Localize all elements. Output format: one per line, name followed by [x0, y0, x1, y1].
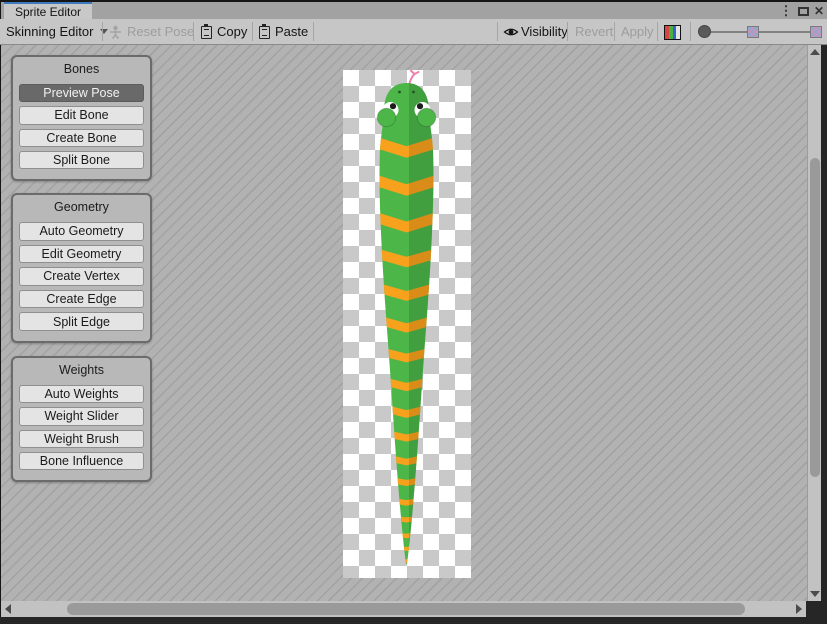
reset-pose-button[interactable]: Reset Pose — [109, 19, 194, 44]
close-icon[interactable]: ✕ — [812, 3, 826, 19]
create-vertex-button[interactable]: Create Vertex — [19, 267, 144, 286]
swatch-alpha — [676, 26, 680, 39]
editor-canvas[interactable]: Bones Preview Pose Edit Bone Create Bone… — [0, 45, 820, 601]
weight-brush-button[interactable]: Weight Brush — [19, 430, 144, 448]
more-menu-icon[interactable]: ⋮ — [780, 3, 792, 19]
panel-geometry: Geometry Auto Geometry Edit Geometry Cre… — [11, 193, 152, 343]
panel-title: Bones — [64, 62, 99, 76]
visibility-button[interactable]: Visibility — [503, 19, 568, 44]
panel-weights: Weights Auto Weights Weight Slider Weigh… — [11, 356, 152, 482]
panel-bones: Bones Preview Pose Edit Bone Create Bone… — [11, 55, 152, 181]
slider-knob[interactable] — [698, 25, 711, 38]
panel-title: Geometry — [54, 200, 109, 214]
toolbar: Skinning Editor Reset Pose Copy Paste — [0, 19, 827, 45]
texture-channels-swatch[interactable] — [664, 25, 681, 40]
eye-icon — [503, 26, 519, 38]
horizontal-scrollbar[interactable] — [0, 601, 806, 617]
paste-label: Paste — [275, 24, 308, 39]
snake-sprite — [343, 70, 471, 578]
tab-label: Sprite Editor — [15, 5, 81, 19]
horizontal-scroll-thumb[interactable] — [67, 603, 745, 615]
maximize-box — [798, 7, 809, 16]
bone-influence-button[interactable]: Bone Influence — [19, 452, 144, 470]
panel-title: Weights — [59, 363, 104, 377]
visibility-label: Visibility — [521, 24, 568, 39]
toolbar-separator — [102, 22, 103, 41]
toolbar-separator — [567, 22, 568, 41]
revert-label: Revert — [575, 24, 613, 39]
paste-icon — [259, 26, 270, 39]
snake-tongue — [409, 71, 419, 85]
dither-swatch-mid[interactable] — [747, 26, 759, 38]
vertical-scrollbar[interactable] — [807, 45, 821, 601]
reset-pose-label: Reset Pose — [127, 24, 194, 39]
toolbar-separator — [657, 22, 658, 41]
toolbar-separator — [252, 22, 253, 41]
create-bone-button[interactable]: Create Bone — [19, 129, 144, 147]
edit-geometry-button[interactable]: Edit Geometry — [19, 245, 144, 264]
toolbar-separator — [614, 22, 615, 41]
split-edge-button[interactable]: Split Edge — [19, 312, 144, 331]
paste-button[interactable]: Paste — [259, 19, 308, 44]
toolbar-separator — [497, 22, 498, 41]
maximize-icon[interactable] — [796, 3, 810, 19]
edit-bone-button[interactable]: Edit Bone — [19, 106, 144, 124]
title-bar: Sprite Editor ⋮ ✕ — [0, 0, 827, 19]
auto-weights-button[interactable]: Auto Weights — [19, 385, 144, 403]
toolbar-separator — [313, 22, 314, 41]
pose-figure-icon — [109, 25, 122, 39]
sprite-editor-window: Sprite Editor ⋮ ✕ Skinning Editor Reset … — [0, 0, 827, 624]
tab-sprite-editor[interactable]: Sprite Editor — [4, 2, 92, 19]
toolbar-separator — [690, 22, 691, 41]
split-bone-button[interactable]: Split Bone — [19, 151, 144, 169]
slider-track[interactable] — [704, 31, 817, 33]
revert-button[interactable]: Revert — [575, 19, 613, 44]
apply-label: Apply — [621, 24, 654, 39]
copy-button[interactable]: Copy — [201, 19, 247, 44]
weight-slider-button[interactable]: Weight Slider — [19, 407, 144, 425]
auto-geometry-button[interactable]: Auto Geometry — [19, 222, 144, 241]
scroll-right-arrow-icon[interactable] — [796, 604, 802, 614]
vertical-scroll-thumb[interactable] — [810, 158, 820, 477]
skinning-editor-label: Skinning Editor — [6, 24, 93, 39]
apply-button[interactable]: Apply — [621, 19, 654, 44]
preview-pose-button[interactable]: Preview Pose — [19, 84, 144, 102]
toolbar-separator — [193, 22, 194, 41]
snake-shade — [409, 70, 471, 578]
scroll-left-arrow-icon[interactable] — [5, 604, 11, 614]
scroll-up-arrow-icon[interactable] — [810, 49, 820, 55]
copy-label: Copy — [217, 24, 247, 39]
opacity-slider[interactable] — [697, 19, 825, 44]
copy-icon — [201, 26, 212, 39]
create-edge-button[interactable]: Create Edge — [19, 290, 144, 309]
dither-swatch-end[interactable] — [810, 26, 822, 38]
sprite-view[interactable] — [343, 70, 471, 578]
skinning-editor-dropdown[interactable]: Skinning Editor — [6, 19, 108, 44]
scroll-down-arrow-icon[interactable] — [810, 591, 820, 597]
